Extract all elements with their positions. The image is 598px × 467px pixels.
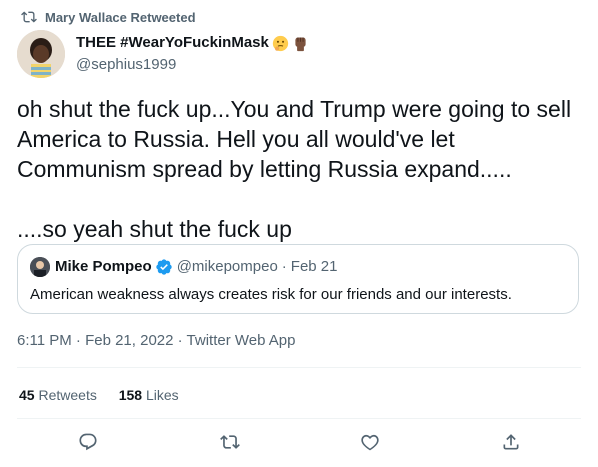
thinking-face-emoji [272, 35, 288, 51]
like-button[interactable] [355, 427, 385, 457]
avatar[interactable] [17, 30, 65, 78]
retweets-label: Retweets [38, 387, 97, 403]
tweet-timestamp[interactable]: 6:11 PM · Feb 21, 2022 · Twitter Web App [17, 331, 295, 351]
tweet-text: oh shut the fuck up...You and Trump were… [17, 96, 572, 242]
quoted-text: American weakness always creates risk fo… [30, 286, 512, 303]
action-bar [0, 427, 598, 457]
quoted-date: Feb 21 [290, 258, 338, 275]
quoted-display-name: Mike Pompeo [55, 258, 152, 275]
likes-label: Likes [145, 387, 179, 403]
retweet-icon [220, 435, 240, 449]
quoted-tweet[interactable]: Mike Pompeo @mikepompeo · Feb 21 America… [17, 244, 579, 314]
author-display-name[interactable]: THEE #WearYoFuckinMask [76, 33, 309, 53]
retweet-button[interactable] [215, 427, 245, 457]
reply-button[interactable] [73, 427, 103, 457]
likes-stat[interactable]: 158 Likes [119, 387, 179, 403]
retweets-count: 45 [19, 387, 35, 403]
retweeted-by[interactable]: Mary Wallace Retweeted [21, 9, 196, 25]
raised-fist-emoji [295, 37, 306, 51]
author-handle[interactable]: @sephius1999 [76, 55, 309, 75]
divider [17, 418, 581, 419]
share-button[interactable] [496, 427, 526, 457]
retweeted-by-label: Mary Wallace Retweeted [45, 9, 196, 25]
retweets-stat[interactable]: 45 Retweets [19, 387, 101, 403]
verified-badge-icon [156, 259, 172, 275]
quoted-avatar [30, 257, 50, 277]
reply-icon [79, 433, 97, 451]
quoted-separator: · [281, 258, 287, 275]
like-icon [361, 434, 379, 451]
quoted-handle: @mikepompeo [176, 258, 278, 275]
divider [17, 367, 581, 368]
share-icon [503, 434, 519, 450]
likes-count: 158 [118, 387, 143, 403]
engagement-stats: 45 Retweets 158 Likes [19, 385, 197, 405]
retweet-icon [21, 11, 37, 23]
author-name-text: THEE #WearYoFuckinMask [76, 34, 269, 51]
